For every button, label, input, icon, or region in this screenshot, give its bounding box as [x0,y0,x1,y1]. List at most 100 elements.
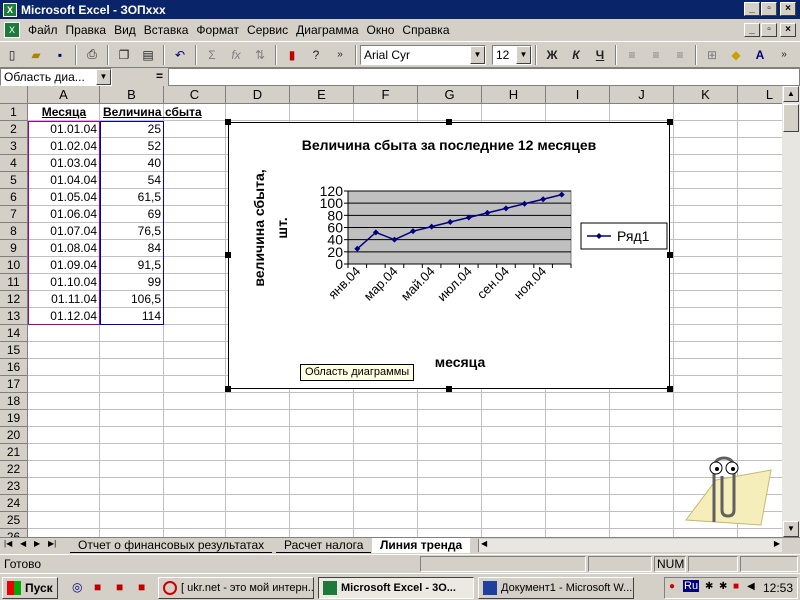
table-cell[interactable]: 61,5 [100,189,164,206]
chart-title[interactable]: Величина сбыта за последние 12 месяцев [302,137,597,153]
sort-icon[interactable]: ⇅ [249,44,271,66]
chevron-down-icon[interactable]: ▼ [96,69,111,85]
underline-button[interactable]: Ч [589,44,611,66]
x-tick-label[interactable]: мар.04 [361,264,401,304]
column-header-i[interactable]: I [546,86,610,104]
resize-handle[interactable] [225,119,231,125]
chart-area[interactable]: Величина сбыта за последние 12 месяцев 0 2… [225,119,673,392]
autosum-icon[interactable]: Σ [201,44,223,66]
tray-bug-icon[interactable]: ✱ [705,581,713,592]
taskbar-item-word[interactable]: Документ1 - Microsoft W... [478,577,634,599]
row-header[interactable]: 21 [0,444,28,461]
column-header-k[interactable]: K [674,86,738,104]
x-tick-label[interactable]: ноя.04 [511,264,550,303]
more-buttons-icon[interactable]: » [329,44,351,66]
taskbar-item-excel[interactable]: Microsoft Excel - 3О... [318,577,474,599]
table-cell[interactable]: 25 [100,121,164,138]
taskbar-item-browser[interactable]: [ ukr.net - это мой интерн... [158,577,314,599]
table-cell[interactable]: 01.02.04 [28,138,100,155]
table-cell[interactable]: 01.08.04 [28,240,100,257]
y-axis-label[interactable]: шт. [274,217,290,238]
doc-close-button[interactable]: × [780,23,796,37]
column-header-e[interactable]: E [290,86,354,104]
table-cell[interactable]: 01.03.04 [28,155,100,172]
table-cell[interactable]: 01.11.04 [28,291,100,308]
row-header[interactable]: 4 [0,155,28,172]
tray-app-icon[interactable]: ■ [733,581,739,592]
table-cell[interactable]: 91,5 [100,257,164,274]
table-cell[interactable]: 114 [100,308,164,325]
row-header[interactable]: 11 [0,274,28,291]
row-header[interactable]: 18 [0,393,28,410]
table-cell[interactable]: 01.06.04 [28,206,100,223]
column-header-b[interactable]: B [100,86,164,104]
row-header[interactable]: 25 [0,512,28,529]
row-header[interactable]: 9 [0,240,28,257]
table-cell[interactable]: 01.10.04 [28,274,100,291]
workbook-icon[interactable]: X [4,22,20,38]
row-header[interactable]: 17 [0,376,28,393]
x-tick-label[interactable]: июл.04 [434,264,475,305]
menu-chart[interactable]: Диаграмма [292,23,362,37]
doc-restore-button[interactable]: ▫ [761,23,777,37]
row-header[interactable]: 8 [0,223,28,240]
fill-color-icon[interactable]: ◆ [725,44,747,66]
resize-handle[interactable] [667,252,673,258]
table-cell[interactable]: 01.12.04 [28,308,100,325]
table-cell[interactable]: 106,5 [100,291,164,308]
table-cell[interactable]: 01.04.04 [28,172,100,189]
language-indicator[interactable]: Ru [683,580,700,592]
x-tick-label[interactable]: май.04 [398,264,438,304]
align-left-icon[interactable]: ≡ [621,44,643,66]
column-header-l[interactable]: L [738,86,782,104]
bold-button[interactable]: Ж [541,44,563,66]
chevron-down-icon[interactable]: ▼ [516,45,531,64]
table-cell[interactable]: 69 [100,206,164,223]
excel-app-icon[interactable]: X [3,2,17,17]
menu-view[interactable]: Вид [110,23,140,37]
table-cell[interactable]: 76,5 [100,223,164,240]
column-header-d[interactable]: D [226,86,290,104]
vertical-scrollbar[interactable]: ▲ ▼ [782,86,800,537]
row-header[interactable]: 15 [0,342,28,359]
scroll-right-icon[interactable]: ▶ [774,539,780,548]
x-tick-label[interactable]: янв.04 [325,264,363,302]
chart-svg[interactable]: Величина сбыта за последние 12 месяцев02… [229,123,669,388]
print-icon[interactable]: ⎙ [81,44,103,66]
table-cell[interactable]: Месяца [28,104,100,121]
row-header[interactable]: 7 [0,206,28,223]
next-sheet-icon[interactable]: ▶ [34,539,40,548]
row-header[interactable]: 14 [0,325,28,342]
help-icon[interactable]: ? [305,44,327,66]
column-header-j[interactable]: J [610,86,674,104]
prev-sheet-icon[interactable]: ◀ [20,539,26,548]
chevron-down-icon[interactable]: ▼ [470,45,485,64]
table-cell[interactable]: 01.05.04 [28,189,100,206]
column-header-c[interactable]: C [164,86,226,104]
row-header[interactable]: 6 [0,189,28,206]
row-header[interactable]: 19 [0,410,28,427]
table-cell[interactable]: 52 [100,138,164,155]
new-icon[interactable]: ▯ [1,44,23,66]
paperclip-icon[interactable] [676,450,776,530]
undo-icon[interactable]: ↶ [169,44,191,66]
column-header-f[interactable]: F [354,86,418,104]
font-color-icon[interactable]: A [749,44,771,66]
paste-icon[interactable]: ▤ [137,44,159,66]
menu-file[interactable]: Файл [24,23,62,37]
maximize-button[interactable]: ▫ [761,2,777,16]
table-cell[interactable]: 54 [100,172,164,189]
row-header[interactable]: 22 [0,461,28,478]
function-icon[interactable]: fx [225,44,247,66]
row-header[interactable]: 23 [0,478,28,495]
save-icon[interactable]: ▪ [49,44,71,66]
row-header[interactable]: 5 [0,172,28,189]
mail-quicklaunch-icon[interactable]: ■ [94,580,101,594]
more-buttons-icon[interactable]: » [773,44,795,66]
row-header[interactable]: 20 [0,427,28,444]
open-icon[interactable]: ▰ [25,44,47,66]
x-tick-label[interactable]: сен.04 [474,264,512,302]
menu-tools[interactable]: Сервис [243,23,292,37]
chart-wizard-icon[interactable]: ▮ [281,44,303,66]
tray-bug-icon[interactable]: ✱ [719,581,727,592]
